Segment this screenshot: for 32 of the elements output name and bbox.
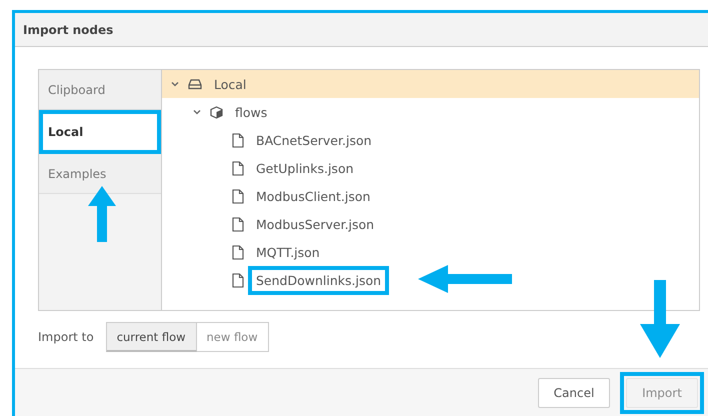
tree-row[interactable]: ModbusServer.json — [162, 210, 699, 238]
import-to-label: Import to — [38, 330, 94, 344]
drive-icon — [188, 78, 202, 90]
file-icon — [232, 160, 244, 176]
tree-row[interactable]: SendDownlinks.json — [162, 266, 699, 294]
tree-label: BACnetServer.json — [255, 132, 373, 150]
cube-icon — [210, 106, 223, 118]
file-icon — [232, 272, 244, 288]
toggle-option[interactable]: new flow — [196, 322, 269, 352]
tree-row[interactable]: ModbusClient.json — [162, 182, 699, 210]
toggle-option[interactable]: current flow — [106, 322, 197, 352]
tree-label: GetUplinks.json — [255, 160, 355, 178]
tree-row[interactable]: BACnetServer.json — [162, 126, 699, 154]
tree-label: ModbusServer.json — [255, 216, 376, 234]
tree-row[interactable]: MQTT.json — [162, 238, 699, 266]
tree-label: ModbusClient.json — [255, 188, 372, 206]
arrow — [88, 186, 116, 242]
dialog-title: Import nodes — [23, 22, 114, 36]
chevron-icon[interactable] — [170, 79, 180, 89]
file-icon — [232, 216, 244, 232]
tab[interactable]: Local — [39, 110, 161, 154]
tree-row[interactable]: Local — [162, 70, 699, 98]
tree-label: MQTT.json — [255, 244, 321, 262]
file-icon — [232, 132, 244, 148]
dialog-button[interactable]: Cancel — [538, 378, 610, 408]
file-icon — [232, 244, 244, 260]
tree-row[interactable]: GetUplinks.json — [162, 154, 699, 182]
chevron-icon[interactable] — [192, 107, 202, 117]
tree-label: Local — [213, 76, 248, 94]
tree-label: flows — [234, 104, 268, 122]
tree-row[interactable]: flows — [162, 98, 699, 126]
file-icon — [232, 188, 244, 204]
